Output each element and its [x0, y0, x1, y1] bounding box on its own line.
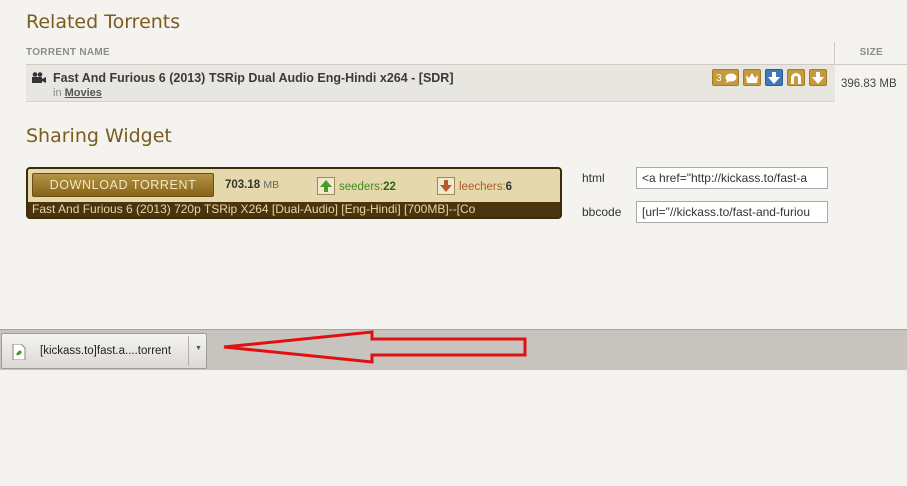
torrent-size: 396.83 MB — [841, 78, 897, 90]
sharing-widget-heading: Sharing Widget — [26, 125, 172, 147]
magnet-button[interactable] — [787, 69, 805, 86]
comment-count: 3 — [716, 73, 722, 84]
seeders-label: seeders: — [339, 181, 384, 193]
seeders-value: 22 — [383, 181, 396, 193]
download-button[interactable] — [765, 69, 783, 86]
download-icon — [768, 72, 780, 84]
comment-icon — [725, 73, 737, 83]
verified-button[interactable] — [743, 69, 761, 86]
movie-camera-icon — [32, 72, 46, 83]
download-torrent-button[interactable] — [809, 69, 827, 86]
chevron-down-icon[interactable]: ▼ — [195, 345, 202, 352]
leechers-value: 6 — [505, 181, 513, 193]
leechers-count: leechers:6 — [459, 181, 512, 193]
crown-icon — [746, 73, 758, 83]
torrent-file-icon — [12, 344, 26, 360]
table-header: TORRENT NAME SIZE — [26, 42, 907, 65]
related-torrents-table: TORRENT NAME SIZE Fast And Furious 6 (20… — [26, 42, 907, 102]
html-label: html — [582, 171, 605, 185]
seeders-arrow-box — [317, 177, 335, 195]
size-unit: MB — [263, 179, 280, 191]
column-header-size[interactable]: SIZE — [860, 47, 883, 58]
category-link[interactable]: Movies — [65, 87, 102, 99]
download-torrent-icon — [812, 72, 824, 84]
widget-title-bar: Fast And Furious 6 (2013) 720p TSRip X26… — [28, 202, 560, 217]
bbcode-label: bbcode — [582, 205, 622, 219]
in-label: in — [53, 87, 62, 99]
download-file-name: [kickass.to]fast.a....torrent — [40, 345, 172, 357]
up-arrow-icon — [320, 180, 332, 192]
download-torrent-button[interactable]: DOWNLOAD TORRENT — [32, 173, 214, 197]
size-value: 703.18 — [225, 179, 261, 191]
html-embed-field[interactable]: <a href="http://kickass.to/fast-a — [636, 167, 828, 189]
column-header-torrent-name[interactable]: TORRENT NAME — [26, 47, 110, 58]
widget-torrent-title[interactable]: Fast And Furious 6 (2013) 720p TSRip X26… — [32, 202, 475, 216]
torrent-name-link[interactable]: Fast And Furious 6 (2013) TSRip Dual Aud… — [53, 71, 454, 85]
leechers-arrow-box — [437, 177, 455, 195]
empty-area — [0, 370, 907, 486]
down-arrow-icon — [440, 180, 452, 192]
page-content: Related Torrents TORRENT NAME SIZE Fast … — [0, 0, 907, 330]
leechers-label: leechers: — [459, 181, 506, 193]
seeders-count: seeders:22 — [339, 181, 396, 193]
red-arrow-annotation — [223, 330, 527, 364]
magnet-icon — [791, 73, 801, 84]
category-line: in Movies — [53, 87, 102, 99]
sharing-widget: DOWNLOAD TORRENT 703.18 MB seeders:22 le… — [26, 167, 562, 219]
comments-button[interactable]: 3 — [712, 69, 739, 86]
table-row: Fast And Furious 6 (2013) TSRip Dual Aud… — [26, 65, 907, 102]
download-item[interactable]: [kickass.to]fast.a....torrent ▼ — [1, 333, 207, 369]
bbcode-embed-field[interactable]: [url="//kickass.to/fast-and-furiou — [636, 201, 828, 223]
related-torrents-heading: Related Torrents — [26, 11, 181, 33]
widget-size: 703.18 MB — [225, 179, 279, 191]
dropdown-divider — [188, 336, 189, 366]
